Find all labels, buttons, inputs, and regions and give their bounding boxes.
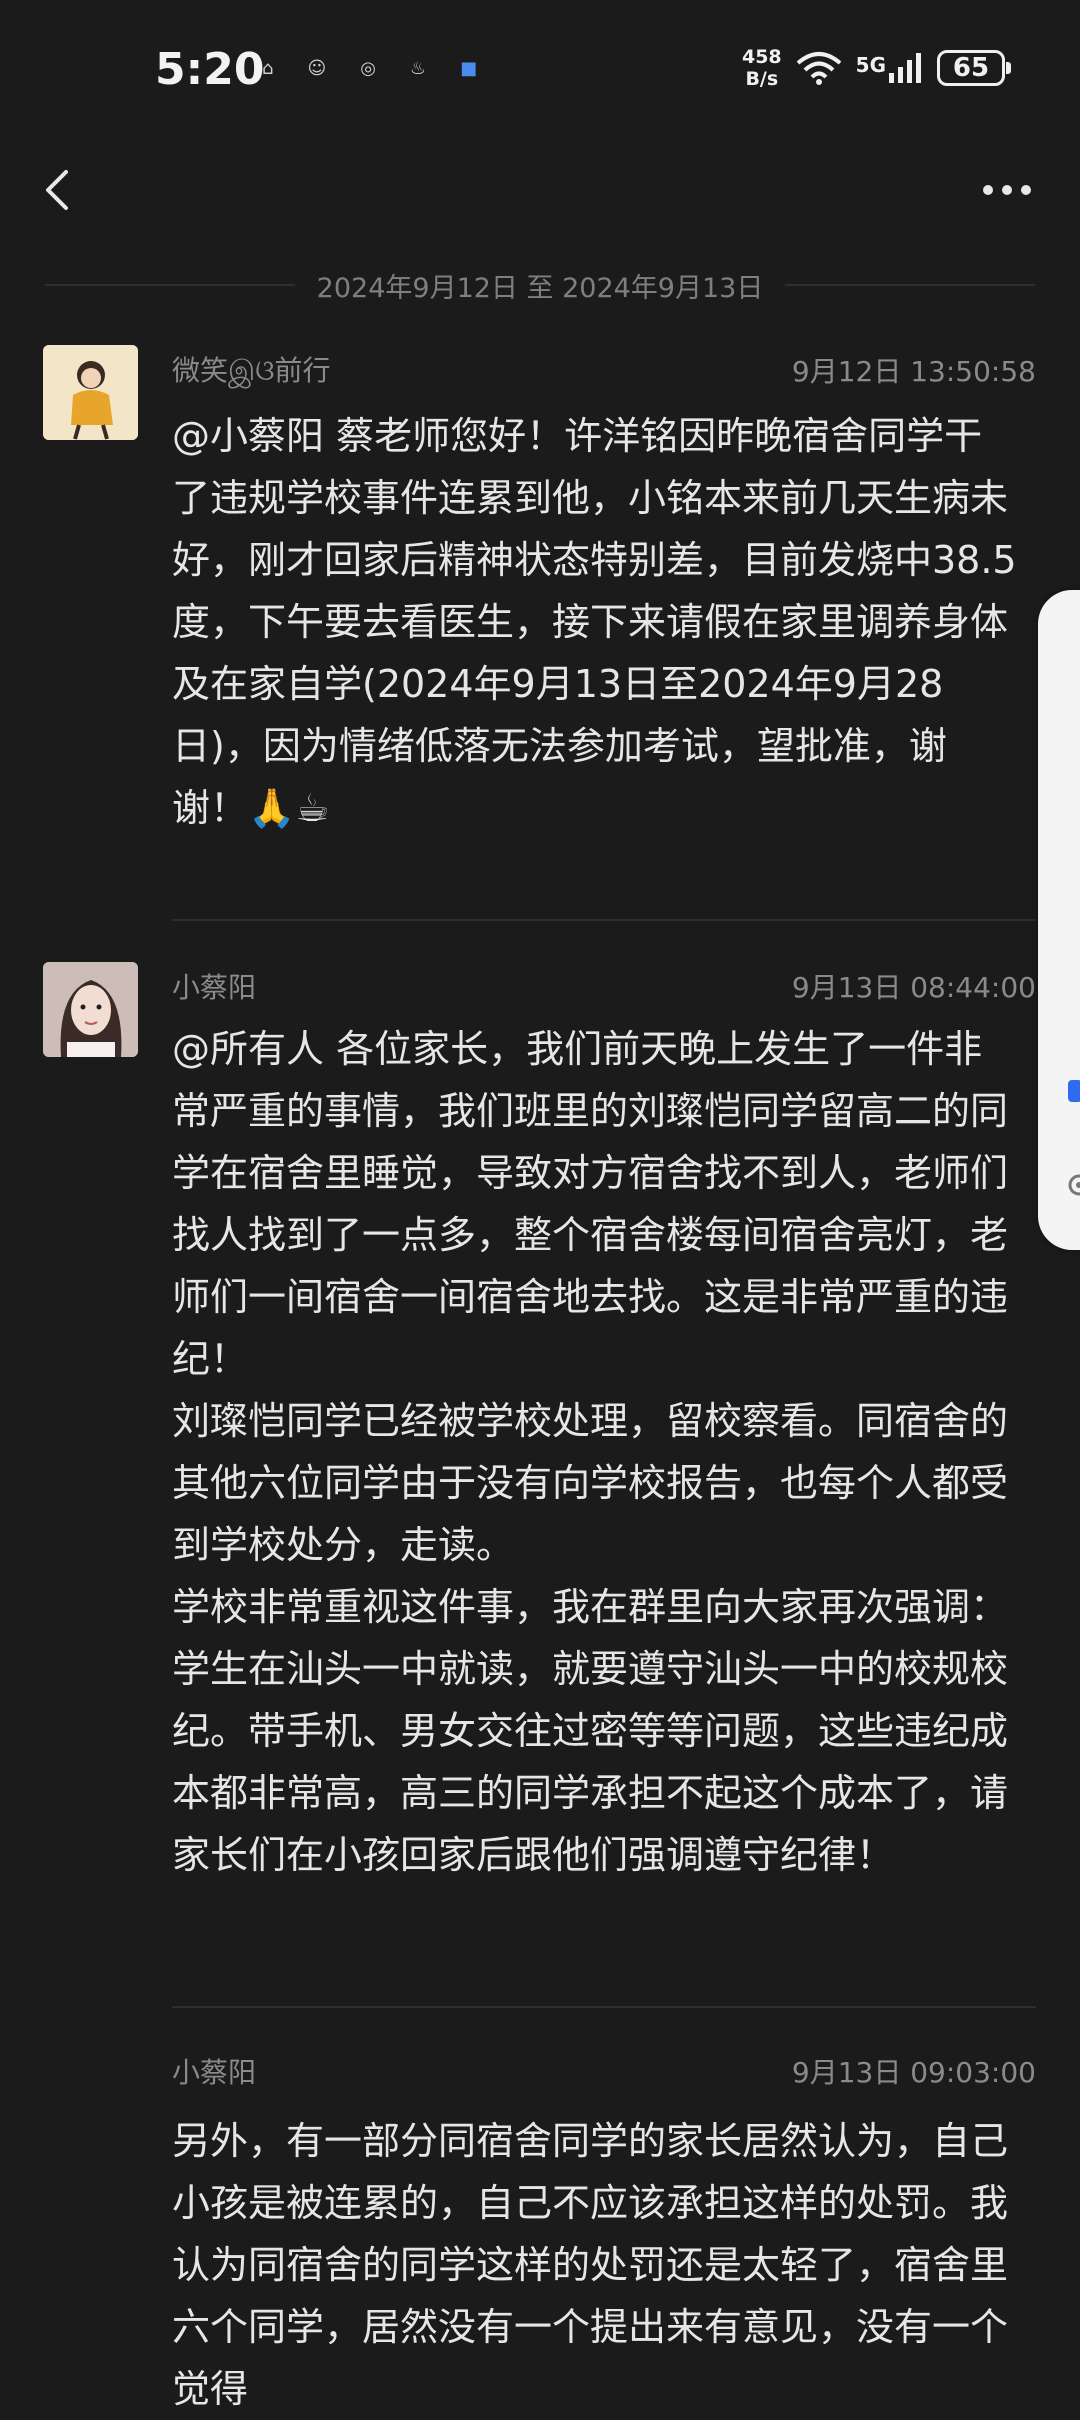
message-time: 9月12日 13:50:58 bbox=[791, 355, 1036, 388]
back-button[interactable] bbox=[36, 168, 80, 212]
message-separator bbox=[172, 2006, 1036, 2008]
sender-name: 微笑இଓ前行 bbox=[172, 354, 331, 387]
back-arrow-icon bbox=[46, 170, 68, 210]
sender-name: 小蔡阳 bbox=[172, 971, 257, 1004]
signal-icon bbox=[889, 53, 921, 83]
slider-handle[interactable] bbox=[1068, 1080, 1080, 1102]
wifi-icon bbox=[796, 52, 841, 85]
more-dots-icon bbox=[983, 185, 1031, 195]
notification-icons: ⌂ ☺ ◎ ♨ ■ bbox=[262, 58, 477, 79]
date-range-label: 2024年9月12日 至 2024年9月13日 bbox=[316, 272, 764, 304]
gear-icon[interactable] bbox=[1064, 1170, 1080, 1200]
floating-side-panel[interactable] bbox=[1038, 590, 1080, 1250]
home-icon: ⌂ bbox=[262, 58, 274, 79]
avatar[interactable] bbox=[43, 962, 138, 1057]
date-range-divider: 2024年9月12日 至 2024年9月13日 bbox=[45, 262, 1036, 308]
app-icon: ☺ bbox=[307, 58, 327, 79]
cloud-icon: ■ bbox=[460, 58, 478, 79]
sender-name: 小蔡阳 bbox=[172, 2056, 257, 2089]
avatar[interactable] bbox=[43, 345, 138, 440]
network-type: 5G bbox=[855, 53, 886, 77]
app-icon: ♨ bbox=[409, 58, 427, 79]
status-time: 5:20 bbox=[155, 44, 265, 95]
message-body: 另外，有一部分同宿舍同学的家长居然认为，自己小孩是被连累的，自己不应该承担这样的… bbox=[172, 2119, 1009, 2411]
app-icon: ◎ bbox=[360, 58, 376, 79]
message-separator bbox=[172, 919, 1036, 921]
status-bar: 5:20 ⌂ ☺ ◎ ♨ ■ 458 B/s 5G 65 bbox=[0, 0, 1080, 150]
battery-indicator: 65 bbox=[937, 50, 1011, 86]
divider-line bbox=[785, 284, 1036, 286]
divider-line bbox=[45, 284, 295, 286]
message-time: 9月13日 08:44:00 bbox=[791, 971, 1036, 1004]
more-button[interactable] bbox=[972, 170, 1042, 210]
message-body: @所有人 各位家长，我们前天晚上发生了一件非常严重的事情，我们班里的刘璨恺同学留… bbox=[172, 1027, 1009, 1877]
net-speed: 458 B/s bbox=[741, 46, 782, 90]
message-body: @小蔡阳 蔡老师您好！许洋铭因昨晚宿舍同学干了违规学校事件连累到他，小铭本来前几… bbox=[172, 414, 1017, 830]
message-time: 9月13日 09:03:00 bbox=[791, 2056, 1036, 2089]
top-nav bbox=[0, 150, 1080, 230]
